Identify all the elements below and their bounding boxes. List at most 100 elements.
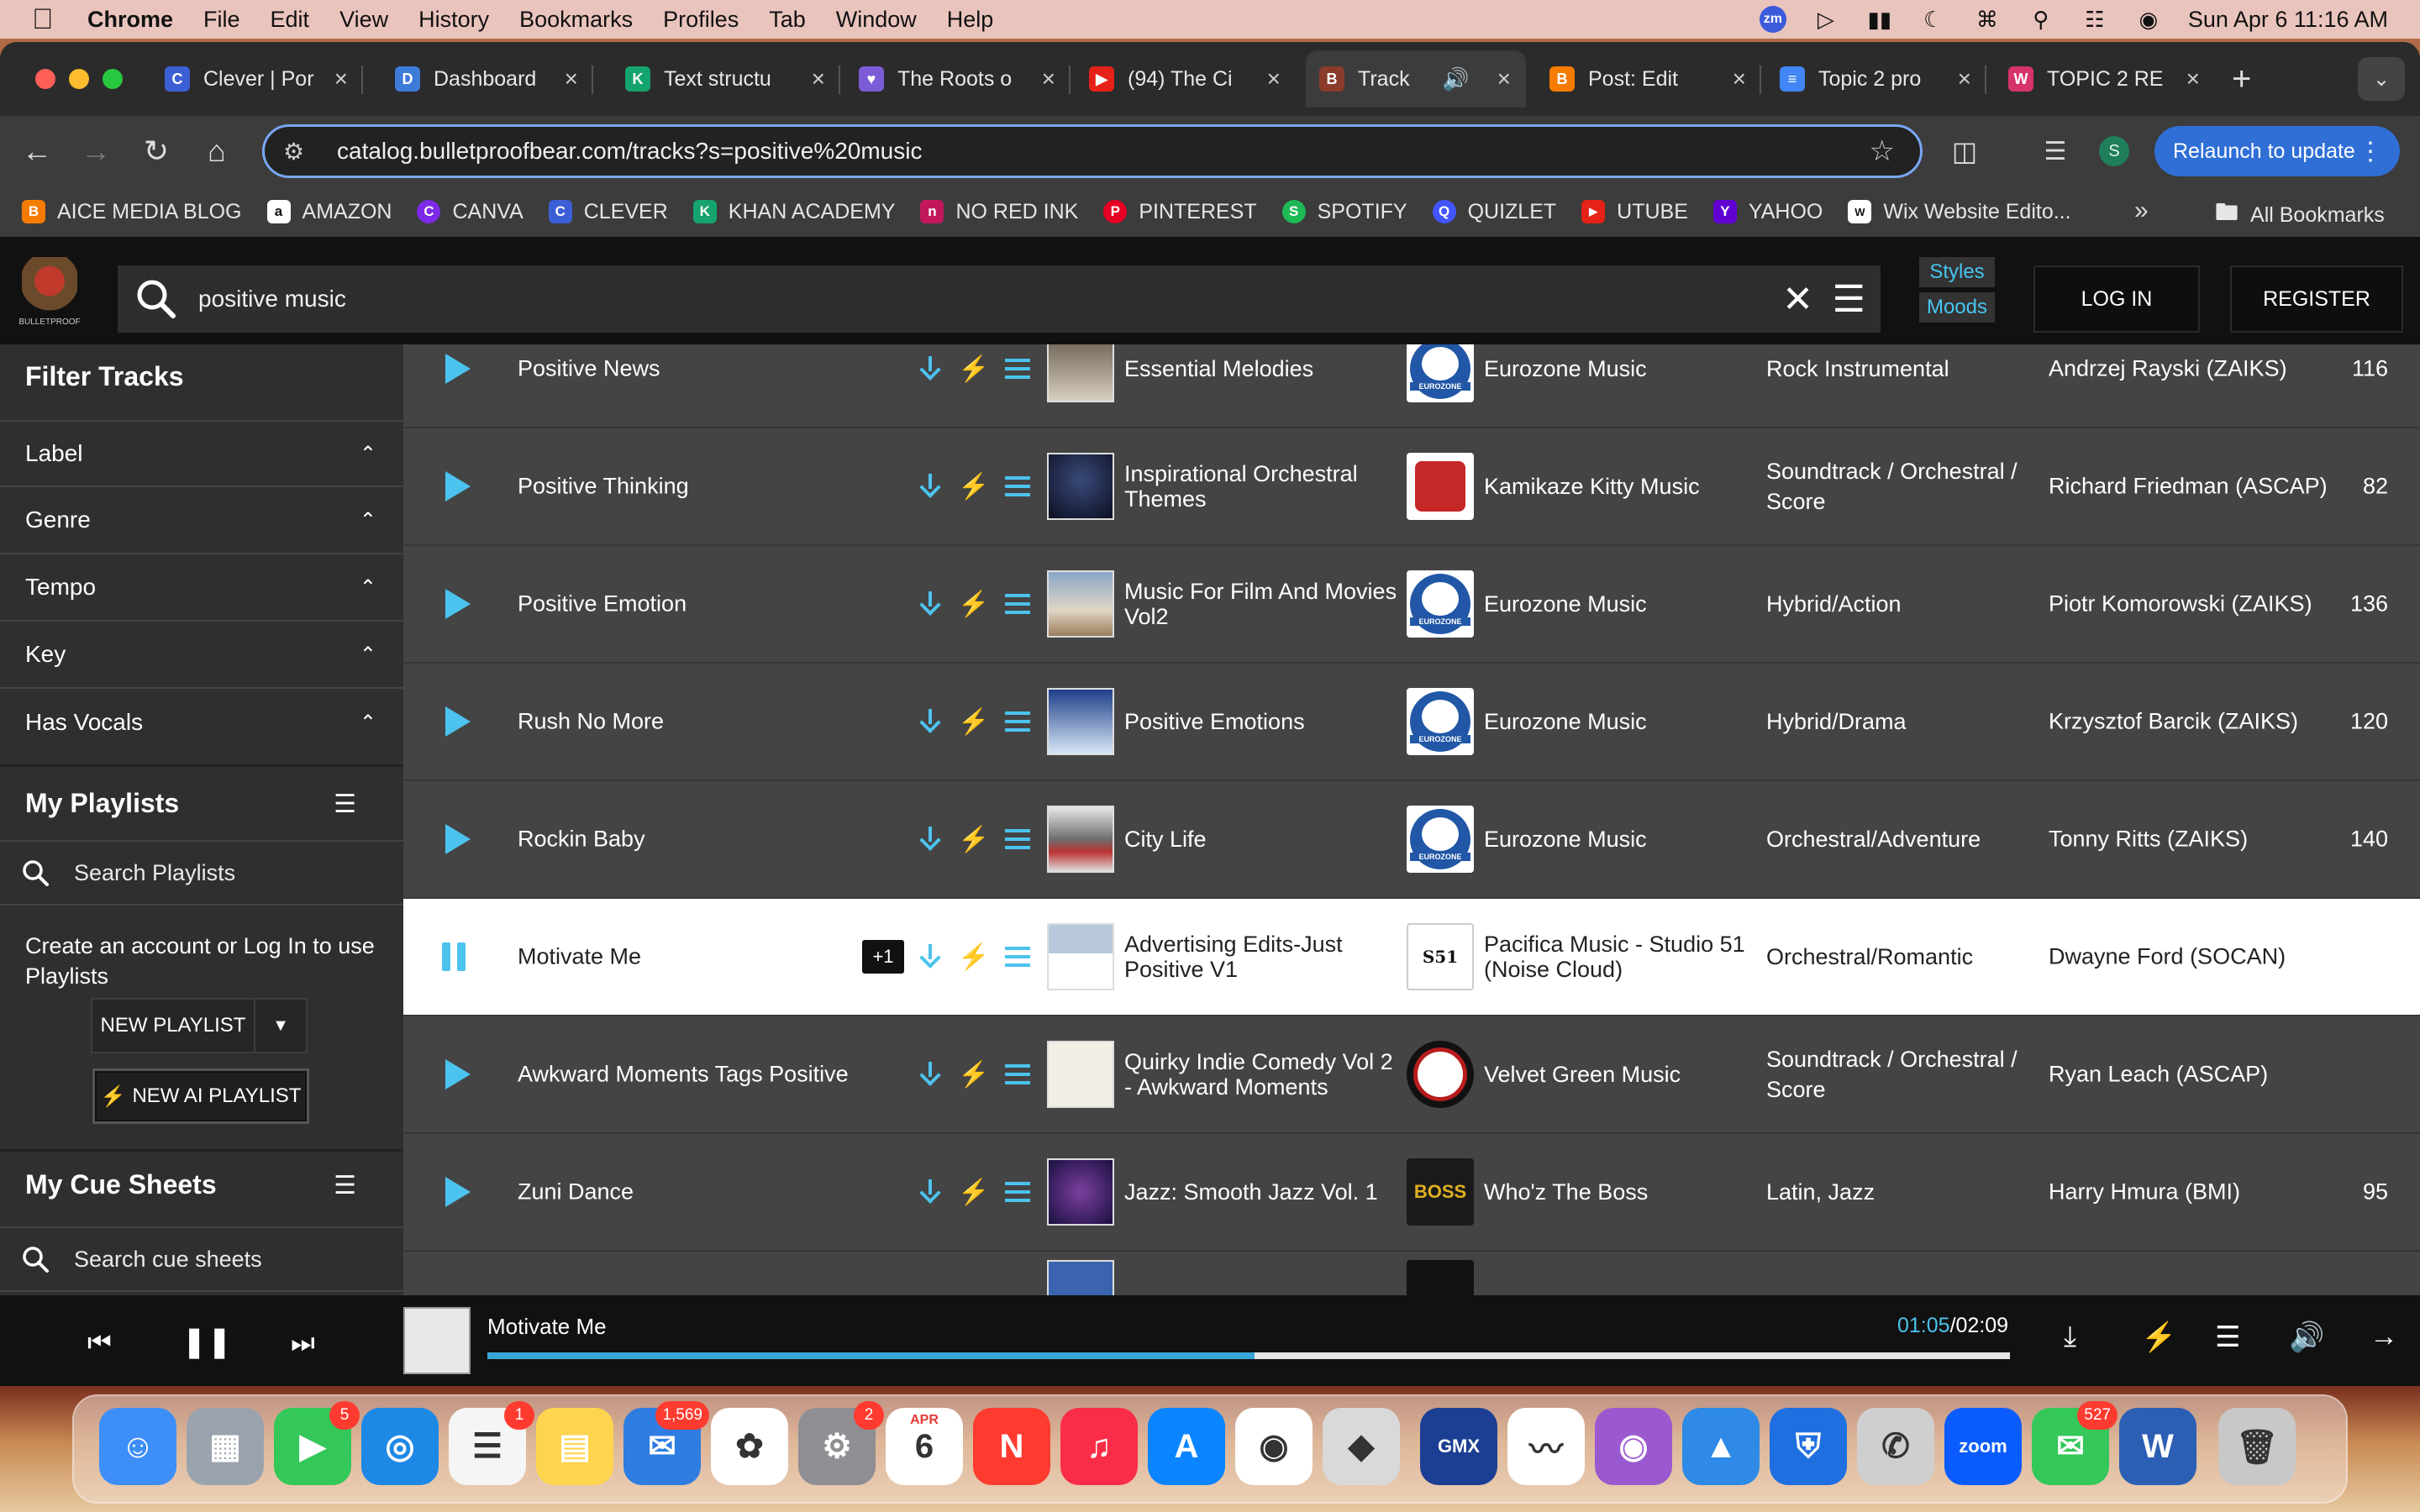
dock-facetime-icon[interactable]: ▶ 5 [274, 1401, 360, 1485]
seek-bar[interactable] [487, 1352, 2010, 1359]
add-to-playlist-menu-icon[interactable] [1005, 942, 1030, 971]
search-playlists-field[interactable]: Search Playlists [0, 840, 403, 906]
bookmark-spotify[interactable]: S SPOTIFY [1281, 200, 1407, 224]
battery-icon[interactable]: ▮▮ [1865, 7, 1894, 32]
dock-chrome-icon[interactable]: ◉ [1235, 1408, 1313, 1485]
play-icon[interactable] [445, 354, 471, 384]
label-logo[interactable] [1407, 570, 1474, 638]
play-icon[interactable] [445, 471, 471, 501]
menu-profiles[interactable]: Profiles [663, 7, 739, 33]
bookmark-khan-academy[interactable]: K KHAN ACADEMY [692, 200, 895, 224]
tab-close-icon[interactable]: × [1733, 66, 1746, 92]
lightning-similar-icon[interactable]: ⚡ [958, 825, 989, 853]
dock-trash-icon[interactable]: 🗑 [2218, 1408, 2296, 1485]
playlist-menu-icon[interactable]: ☰ [2215, 1320, 2240, 1354]
dock-reminders-icon[interactable]: ☰ 1 [449, 1401, 534, 1485]
dock-photos-icon[interactable]: ✿ [711, 1408, 788, 1485]
close-window-button[interactable] [35, 69, 55, 89]
lightning-similar-icon[interactable]: ⚡ [958, 1060, 989, 1089]
dock-messages-icon[interactable]: ✉ 527 [2032, 1401, 2118, 1485]
bookmark-star-icon[interactable]: ☆ [1870, 134, 1895, 168]
filter-tempo[interactable]: Tempo ⌃ [0, 554, 403, 622]
tab-topic-2-re[interactable]: W TOPIC 2 RE × [1995, 50, 2215, 108]
collapse-player-arrow-icon[interactable]: → [2370, 1320, 2398, 1353]
add-to-playlist-menu-icon[interactable] [1005, 590, 1030, 618]
track-title[interactable]: Awkward Moments Tags Positive [518, 1062, 849, 1088]
dock-launchpad-icon[interactable]: ▦ [187, 1408, 264, 1485]
tab-close-icon[interactable]: × [565, 66, 578, 92]
bookmark-yahoo[interactable]: Y YAHOO [1712, 200, 1823, 224]
add-to-playlist-menu-icon[interactable] [1005, 707, 1030, 736]
menubar-clock[interactable]: Sun Apr 6 11:16 AM [2188, 7, 2388, 33]
dock-notes-icon[interactable]: ▤ [536, 1408, 613, 1485]
track-search-bar[interactable]: positive music ✕ ☰ [118, 265, 1881, 333]
album-name[interactable]: Jazz: Smooth Jazz Vol. 1 [1124, 1179, 1402, 1205]
track-composer[interactable]: Dwayne Ford (SOCAN) [2049, 944, 2286, 970]
tab-dashboard[interactable]: D Dashboard × [381, 50, 593, 108]
tab-post-edit[interactable]: B Post: Edit × [1536, 50, 1761, 108]
menubar-app-name[interactable]: Chrome [87, 7, 173, 33]
bookmark-clever[interactable]: C CLEVER [548, 200, 668, 224]
label-logo[interactable] [1407, 806, 1474, 873]
bookmark-utube[interactable]: ▶ UTUBE [1581, 200, 1688, 224]
menu-edit[interactable]: Edit [271, 7, 310, 33]
menu-bookmarks[interactable]: Bookmarks [519, 7, 633, 33]
lightning-similar-icon[interactable]: ⚡ [958, 472, 989, 501]
track-composer[interactable]: Tonny Ritts (ZAIKS) [2049, 827, 2248, 853]
bookmark-canva[interactable]: C CANVA [417, 200, 523, 224]
focus-moon-icon[interactable]: ☾ [1919, 7, 1948, 32]
dock-system-settings-icon[interactable]: ⚙ 2 [798, 1401, 884, 1485]
dock-calendar-icon[interactable]: APR 6 [886, 1408, 963, 1485]
home-icon[interactable]: ⌂ [193, 128, 240, 175]
clear-search-close-icon[interactable]: ✕ [1782, 278, 1813, 321]
lightning-similar-icon[interactable]: ⚡ [2141, 1320, 2176, 1354]
speaker-audio-icon[interactable]: 🔊 [1442, 66, 1469, 92]
download-icon[interactable] [918, 942, 943, 971]
add-to-playlist-menu-icon[interactable] [1005, 472, 1030, 501]
new-ai-playlist-button[interactable]: ⚡ NEW AI PLAYLIST [92, 1068, 309, 1124]
track-row[interactable]: Rockin Baby ⚡ City Life Eurozone Music O… [403, 781, 2420, 899]
tab-topic-2[interactable]: ≡ Topic 2 pro × [1766, 50, 1986, 108]
label-logo[interactable] [1407, 1041, 1474, 1108]
lightning-similar-icon[interactable]: ⚡ [958, 707, 989, 736]
album-art[interactable] [1047, 1041, 1114, 1108]
address-bar[interactable]: ⚙ catalog.bulletproofbear.com/tracks?s=p… [262, 124, 1923, 178]
spotlight-search-icon[interactable]: ⚲ [2027, 7, 2055, 32]
label-logo[interactable] [1407, 453, 1474, 520]
previous-track-icon[interactable]: ⏮ [87, 1327, 112, 1359]
label-logo[interactable]: S51 [1407, 923, 1474, 990]
siri-icon[interactable]: ◉ [2134, 7, 2163, 32]
pause-icon[interactable]: ❚❚ [182, 1324, 232, 1359]
track-row[interactable]: Positive News ⚡ Essential Melodies Euroz… [403, 344, 2420, 428]
zoom-window-button[interactable] [103, 69, 123, 89]
playlists-menu-hamburger-icon[interactable]: ☰ [334, 790, 356, 819]
label-name[interactable]: Eurozone Music [1484, 827, 1761, 852]
dock-news-icon[interactable]: N [973, 1408, 1050, 1485]
add-to-playlist-menu-icon[interactable] [1005, 1178, 1030, 1206]
dock-app-store-icon[interactable]: A [1148, 1408, 1225, 1485]
tab-text-structure[interactable]: K Text structu × [612, 50, 840, 108]
bookmarks-overflow-chevron-icon[interactable]: » [2134, 197, 2149, 225]
site-info-icon[interactable]: ⚙ [283, 138, 317, 165]
kebab-menu-icon[interactable]: ⋮ [2358, 137, 2383, 166]
album-name[interactable]: Music For Film And Movies Vol2 [1124, 579, 1402, 629]
filter-label[interactable]: Label ⌃ [0, 420, 403, 487]
lightning-similar-icon[interactable]: ⚡ [958, 354, 989, 383]
album-name[interactable]: Inspirational Orchestral Themes [1124, 461, 1402, 512]
album-name[interactable]: Essential Melodies [1124, 356, 1402, 381]
tab-close-icon[interactable]: × [812, 66, 825, 92]
bookmark-wix[interactable]: W Wix Website Edito... [1848, 200, 2071, 224]
download-icon[interactable] [918, 1178, 943, 1206]
lightning-similar-icon[interactable]: ⚡ [958, 590, 989, 618]
zoom-status-icon[interactable]: zm [1759, 6, 1786, 33]
extensions-puzzle-icon[interactable]: ◫ [1941, 128, 1988, 175]
menu-history[interactable]: History [418, 7, 489, 33]
track-composer[interactable]: Andrzej Rayski (ZAIKS) [2049, 356, 2287, 382]
search-options-hamburger-icon[interactable]: ☰ [1833, 278, 1865, 321]
tab-roots[interactable]: ♥ The Roots o × [845, 50, 1071, 108]
tab-close-icon[interactable]: × [1958, 66, 1971, 92]
tab-close-icon[interactable]: × [334, 66, 348, 92]
album-art[interactable] [1047, 453, 1114, 520]
dock-keynote-icon[interactable]: ▲ [1682, 1408, 1760, 1485]
track-composer[interactable]: Richard Friedman (ASCAP) [2049, 474, 2328, 500]
